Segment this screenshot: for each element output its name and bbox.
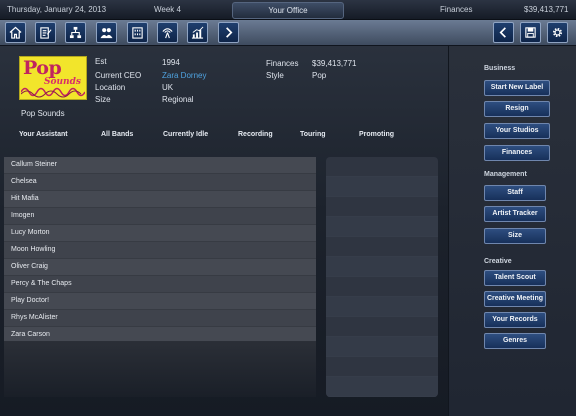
- ceo-link[interactable]: Zara Dorney: [162, 71, 206, 80]
- talent-scout-button[interactable]: Talent Scout: [484, 270, 546, 286]
- style-value: Pop: [312, 71, 327, 80]
- list-item[interactable]: Callum Steiner: [4, 157, 316, 174]
- save-icon: [525, 27, 536, 38]
- list-item[interactable]: Imogen: [4, 208, 316, 225]
- network-icon: [69, 26, 82, 39]
- label-logo: Pop Sounds: [19, 56, 87, 100]
- artist-tracker-button[interactable]: Artist Tracker: [484, 206, 546, 222]
- tab-currently-idle[interactable]: Currently Idle: [163, 131, 208, 138]
- business-heading: Business: [484, 65, 516, 72]
- toolbar: [0, 20, 576, 46]
- building-icon: [132, 27, 143, 39]
- company-finances-label: Finances: [266, 59, 299, 68]
- list-item[interactable]: Rhys McAlister: [4, 310, 316, 327]
- list-footer: [4, 341, 316, 397]
- contract-icon: [40, 27, 52, 39]
- tab-your-assistant[interactable]: Your Assistant: [19, 131, 68, 138]
- current-week: Week 4: [154, 5, 181, 14]
- tab-touring[interactable]: Touring: [300, 131, 326, 138]
- management-heading: Management: [484, 171, 527, 178]
- side-menu: Business Start New Label Resign Your Stu…: [448, 46, 576, 416]
- home-icon: [9, 26, 22, 39]
- resign-button[interactable]: Resign: [484, 101, 550, 117]
- forward-arrow-icon: [226, 27, 233, 38]
- current-date: Thursday, January 24, 2013: [7, 5, 107, 14]
- tab-promoting[interactable]: Promoting: [359, 131, 394, 138]
- charts-button[interactable]: [187, 22, 208, 43]
- list-item[interactable]: Hit Mafia: [4, 191, 316, 208]
- list-item[interactable]: Percy & The Chaps: [4, 276, 316, 293]
- save-button[interactable]: [520, 22, 541, 43]
- network-button[interactable]: [65, 22, 86, 43]
- logo-text: Pop: [23, 57, 62, 79]
- list-item[interactable]: Chelsea: [4, 174, 316, 191]
- list-item[interactable]: Moon Howling: [4, 242, 316, 259]
- tab-recording[interactable]: Recording: [238, 131, 273, 138]
- contracts-button[interactable]: [35, 22, 56, 43]
- genres-button[interactable]: Genres: [484, 333, 546, 349]
- your-studios-button[interactable]: Your Studios: [484, 123, 550, 139]
- creative-heading: Creative: [484, 258, 512, 265]
- office-panel: Pop Sounds Pop Sounds Est 1994 Current C…: [0, 46, 448, 416]
- location-label: Location: [95, 83, 126, 92]
- size-button[interactable]: Size: [484, 228, 546, 244]
- section-title: Your Office: [232, 2, 344, 19]
- company-finances-value: $39,413,771: [312, 59, 357, 68]
- company-name: Pop Sounds: [21, 109, 65, 118]
- media-button[interactable]: [157, 22, 178, 43]
- home-button[interactable]: [5, 22, 26, 43]
- list-item[interactable]: Lucy Morton: [4, 225, 316, 242]
- size-label: Size: [95, 95, 111, 104]
- style-label: Style: [266, 71, 284, 80]
- staff-button[interactable]: Staff: [484, 185, 546, 201]
- size-value: Regional: [162, 95, 194, 104]
- band-list: Callum Steiner Chelsea Hit Mafia Imogen …: [4, 157, 316, 344]
- est-label: Est: [95, 57, 107, 66]
- band-filter-tabs: Your Assistant All Bands Currently Idle …: [0, 126, 448, 146]
- finances-value: $39,413,771: [524, 5, 569, 14]
- artists-button[interactable]: [96, 22, 117, 43]
- chart-icon: [191, 26, 204, 39]
- people-icon: [100, 28, 113, 39]
- list-item[interactable]: Oliver Craig: [4, 259, 316, 276]
- gear-icon: [552, 27, 563, 38]
- finances-button[interactable]: Finances: [484, 145, 550, 161]
- back-button[interactable]: [493, 22, 514, 43]
- broadcast-icon: [162, 28, 173, 39]
- status-bar: Thursday, January 24, 2013 Week 4 Your O…: [0, 0, 576, 20]
- finances-label: Finances: [440, 5, 473, 14]
- studios-button[interactable]: [127, 22, 148, 43]
- ceo-label: Current CEO: [95, 71, 142, 80]
- location-value: UK: [162, 83, 174, 92]
- sound-wave-icon: [21, 87, 85, 98]
- start-new-label-button[interactable]: Start New Label: [484, 80, 550, 96]
- creative-meeting-button[interactable]: Creative Meeting: [484, 291, 546, 307]
- tab-all-bands[interactable]: All Bands: [101, 131, 133, 138]
- band-details-panel: [326, 157, 438, 397]
- your-records-button[interactable]: Your Records: [484, 312, 546, 328]
- settings-button[interactable]: [547, 22, 568, 43]
- est-value: 1994: [162, 58, 180, 67]
- back-arrow-icon: [499, 27, 506, 38]
- next-button[interactable]: [218, 22, 239, 43]
- list-item[interactable]: Play Doctor!: [4, 293, 316, 310]
